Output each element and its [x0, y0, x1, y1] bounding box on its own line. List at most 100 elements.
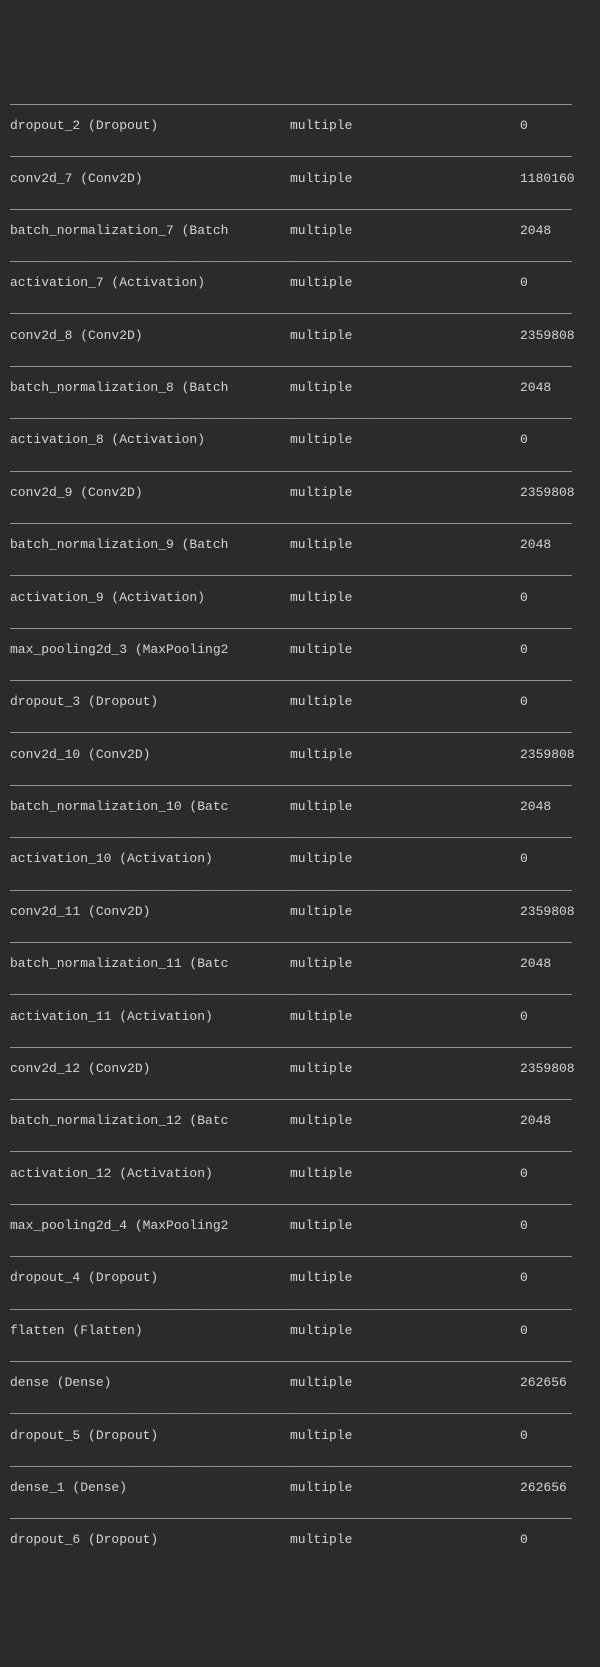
divider-line: ________________________________________… [10, 91, 590, 109]
divider-line: ________________________________________… [10, 929, 590, 947]
layer-output-shape: multiple [290, 222, 520, 240]
layer-name: dense (Dense) [10, 1374, 290, 1392]
layer-output-shape: multiple [290, 1374, 520, 1392]
divider-line: ________________________________________… [10, 1505, 590, 1523]
layer-output-shape: multiple [290, 1060, 520, 1078]
layer-param-count: 0 [520, 1217, 590, 1235]
divider-line: ________________________________________… [10, 1086, 590, 1104]
divider-line: ________________________________________… [10, 248, 590, 266]
divider-line: ________________________________________… [10, 562, 590, 580]
divider-line: ________________________________________… [10, 1296, 590, 1314]
layer-output-shape: multiple [290, 693, 520, 711]
layer-row: batch_normalization_9 (Batchmultiple2048 [10, 528, 590, 562]
layer-name: dropout_3 (Dropout) [10, 693, 290, 711]
divider-line: ________________________________________… [10, 1453, 590, 1471]
layer-row: dropout_3 (Dropout)multiple0 [10, 685, 590, 719]
layer-output-shape: multiple [290, 536, 520, 554]
layer-param-count: 0 [520, 1269, 590, 1287]
layer-name: activation_7 (Activation) [10, 274, 290, 292]
layer-output-shape: multiple [290, 1322, 520, 1340]
layer-param-count: 2048 [520, 222, 590, 240]
layer-output-shape: multiple [290, 484, 520, 502]
layer-row: dense (Dense)multiple262656 [10, 1366, 590, 1400]
layer-param-count: 0 [520, 641, 590, 659]
layer-row: activation_7 (Activation)multiple0 [10, 266, 590, 300]
layer-output-shape: multiple [290, 117, 520, 135]
layer-output-shape: multiple [290, 1112, 520, 1130]
layer-param-count: 2359808 [520, 327, 590, 345]
layer-param-count: 1180160 [520, 170, 590, 188]
divider-line: ________________________________________… [10, 300, 590, 318]
layer-name: max_pooling2d_4 (MaxPooling2 [10, 1217, 290, 1235]
layer-output-shape: multiple [290, 170, 520, 188]
layer-row: dropout_2 (Dropout)multiple0 [10, 109, 590, 143]
layer-param-count: 2048 [520, 536, 590, 554]
layer-output-shape: multiple [290, 1479, 520, 1497]
layer-param-count: 2359808 [520, 903, 590, 921]
divider-line: ________________________________________… [10, 405, 590, 423]
layer-name: conv2d_9 (Conv2D) [10, 484, 290, 502]
layer-name: conv2d_7 (Conv2D) [10, 170, 290, 188]
layer-name: batch_normalization_7 (Batch [10, 222, 290, 240]
layer-row: conv2d_12 (Conv2D)multiple2359808 [10, 1052, 590, 1086]
layer-row: batch_normalization_11 (Batcmultiple2048 [10, 947, 590, 981]
layer-row: conv2d_8 (Conv2D)multiple2359808 [10, 319, 590, 353]
divider-line: ________________________________________… [10, 143, 590, 161]
layer-output-shape: multiple [290, 1217, 520, 1235]
layer-row: dense_1 (Dense)multiple262656 [10, 1471, 590, 1505]
model-summary-output: ________________________________________… [0, 73, 600, 1576]
layer-row: activation_12 (Activation)multiple0 [10, 1157, 590, 1191]
divider-line: ________________________________________… [10, 981, 590, 999]
layer-param-count: 2359808 [520, 746, 590, 764]
layer-output-shape: multiple [290, 379, 520, 397]
layer-row: conv2d_11 (Conv2D)multiple2359808 [10, 895, 590, 929]
divider-line: ________________________________________… [10, 1243, 590, 1261]
layer-row: max_pooling2d_4 (MaxPooling2multiple0 [10, 1209, 590, 1243]
layer-row: dropout_6 (Dropout)multiple0 [10, 1523, 590, 1557]
divider-line: ________________________________________… [10, 824, 590, 842]
layer-name: batch_normalization_9 (Batch [10, 536, 290, 554]
layer-param-count: 2048 [520, 379, 590, 397]
layer-output-shape: multiple [290, 431, 520, 449]
divider-line: ________________________________________… [10, 458, 590, 476]
layer-name: conv2d_10 (Conv2D) [10, 746, 290, 764]
layer-row: dropout_5 (Dropout)multiple0 [10, 1419, 590, 1453]
layer-name: activation_11 (Activation) [10, 1008, 290, 1026]
layer-row: activation_11 (Activation)multiple0 [10, 1000, 590, 1034]
layer-row: batch_normalization_7 (Batchmultiple2048 [10, 214, 590, 248]
layer-row: conv2d_9 (Conv2D)multiple2359808 [10, 476, 590, 510]
layer-output-shape: multiple [290, 850, 520, 868]
layer-param-count: 0 [520, 1008, 590, 1026]
divider-line: ________________________________________… [10, 1138, 590, 1156]
layer-param-count: 2048 [520, 798, 590, 816]
layer-name: dropout_2 (Dropout) [10, 117, 290, 135]
layer-output-shape: multiple [290, 274, 520, 292]
divider-line: ________________________________________… [10, 1034, 590, 1052]
layer-param-count: 262656 [520, 1479, 590, 1497]
layer-param-count: 0 [520, 117, 590, 135]
layer-name: activation_10 (Activation) [10, 850, 290, 868]
layer-name: batch_normalization_11 (Batc [10, 955, 290, 973]
layer-name: conv2d_8 (Conv2D) [10, 327, 290, 345]
layer-name: dropout_5 (Dropout) [10, 1427, 290, 1445]
divider-line: ________________________________________… [10, 719, 590, 737]
layer-param-count: 0 [520, 274, 590, 292]
layer-name: activation_8 (Activation) [10, 431, 290, 449]
layer-row: batch_normalization_12 (Batcmultiple2048 [10, 1104, 590, 1138]
layer-name: dropout_6 (Dropout) [10, 1531, 290, 1549]
layer-output-shape: multiple [290, 746, 520, 764]
layer-param-count: 0 [520, 693, 590, 711]
layer-param-count: 2048 [520, 955, 590, 973]
divider-line: ________________________________________… [10, 1348, 590, 1366]
layer-row: max_pooling2d_3 (MaxPooling2multiple0 [10, 633, 590, 667]
layer-name: batch_normalization_10 (Batc [10, 798, 290, 816]
layer-output-shape: multiple [290, 903, 520, 921]
divider-line: ________________________________________… [10, 353, 590, 371]
layer-output-shape: multiple [290, 1427, 520, 1445]
layer-param-count: 0 [520, 850, 590, 868]
layer-name: dense_1 (Dense) [10, 1479, 290, 1497]
divider-line: ________________________________________… [10, 877, 590, 895]
layer-row: activation_10 (Activation)multiple0 [10, 842, 590, 876]
layer-output-shape: multiple [290, 1531, 520, 1549]
divider-line: ________________________________________… [10, 667, 590, 685]
